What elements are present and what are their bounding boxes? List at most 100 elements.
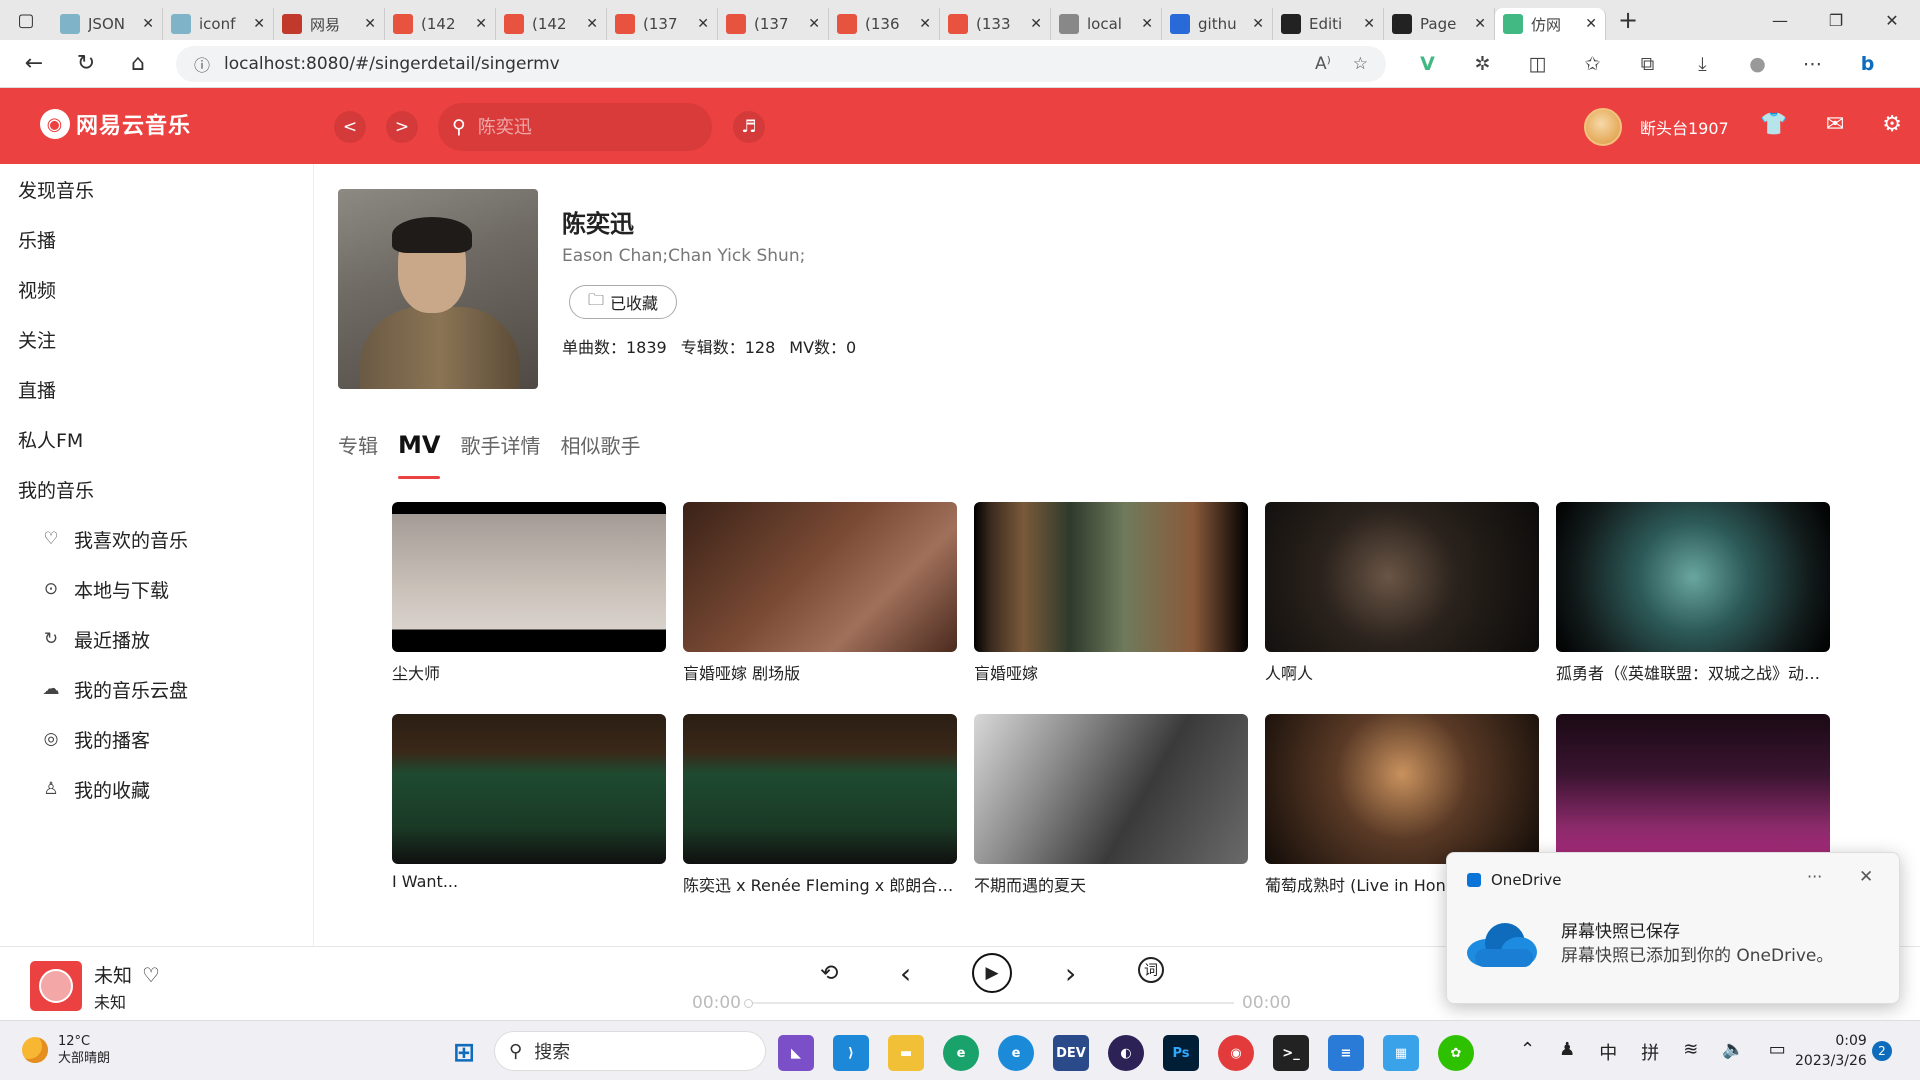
read-aloud-icon[interactable]: A⁾	[1315, 54, 1331, 74]
tab-close-icon[interactable]: ✕	[919, 16, 931, 32]
sidebar-subitem[interactable]: ♡ 我喜欢的音乐	[0, 514, 313, 564]
notification-badge[interactable]: 2	[1872, 1041, 1892, 1061]
tab-close-icon[interactable]: ✕	[1030, 16, 1042, 32]
ime-lang[interactable]: 中	[1599, 1039, 1617, 1065]
netease-music-icon[interactable]: ◉	[1218, 1035, 1254, 1071]
edge-icon[interactable]: e	[943, 1035, 979, 1071]
tab-close-icon[interactable]: ✕	[1585, 16, 1597, 32]
mv-thumbnail[interactable]	[1265, 714, 1539, 864]
browser-tab[interactable]: (137 ✕	[607, 8, 718, 40]
mv-card[interactable]: 人啊人	[1265, 502, 1539, 714]
mv-thumbnail[interactable]	[974, 714, 1248, 864]
mv-title[interactable]: 盲婚哑嫁	[974, 660, 1248, 684]
browser-tab[interactable]: 仿网 ✕	[1495, 8, 1606, 40]
play-button[interactable]: ▶	[972, 953, 1012, 993]
browser-tab[interactable]: githu ✕	[1162, 8, 1273, 40]
sidebar-item[interactable]: 乐播	[0, 214, 313, 264]
tab-close-icon[interactable]: ✕	[1363, 16, 1375, 32]
eclipse-icon[interactable]: ◐	[1108, 1035, 1144, 1071]
favorite-button[interactable]: 🗀 已收藏	[569, 285, 677, 319]
tab-close-icon[interactable]: ✕	[1141, 16, 1153, 32]
maximize-button[interactable]: ❐	[1808, 0, 1864, 40]
mv-card[interactable]: 陈奕迅 x Renée Fleming x 郎朗合作单曲	[683, 714, 957, 926]
tray-expand-icon[interactable]: ⌃	[1520, 1039, 1535, 1065]
mv-thumbnail[interactable]	[1556, 714, 1830, 864]
browser-tab[interactable]: (137 ✕	[718, 8, 829, 40]
tab-close-icon[interactable]: ✕	[364, 16, 376, 32]
terminal-icon[interactable]: >_	[1273, 1035, 1309, 1071]
sidebar-item[interactable]: 发现音乐	[0, 164, 313, 214]
mv-title[interactable]: 尘大师	[392, 660, 666, 684]
skin-icon[interactable]: 👕	[1760, 112, 1787, 137]
mv-title[interactable]: 陈奕迅 x Renée Fleming x 郎朗合作单曲	[683, 872, 957, 896]
tab-close-icon[interactable]: ✕	[697, 16, 709, 32]
url-field[interactable]: ⓘ localhost:8080/#/singerdetail/singermv…	[176, 45, 1386, 82]
sidebar-item[interactable]: 关注	[0, 314, 313, 364]
browser-tab[interactable]: iconf ✕	[163, 8, 274, 40]
mv-thumbnail[interactable]	[392, 714, 666, 864]
search-input[interactable]	[477, 116, 678, 138]
sidebar-subitem[interactable]: ⊙ 本地与下载	[0, 564, 313, 614]
nav-back-button[interactable]: <	[334, 111, 366, 143]
mv-thumbnail[interactable]	[1556, 502, 1830, 652]
more-menu-icon[interactable]: ⋯	[1785, 53, 1840, 75]
app-logo[interactable]: ◉ 网易云音乐	[40, 108, 191, 140]
next-track-icon[interactable]: ›	[1065, 957, 1076, 990]
taskbar-search[interactable]: ⚲ 搜索	[494, 1031, 766, 1071]
progress-slider[interactable]	[744, 999, 1234, 1008]
mv-title[interactable]: I Want...	[392, 872, 666, 891]
vscode-icon[interactable]: ⟩	[833, 1035, 869, 1071]
battery-icon[interactable]: ▭	[1769, 1039, 1786, 1065]
nav-forward-button[interactable]: >	[386, 111, 418, 143]
tab-close-icon[interactable]: ✕	[1252, 16, 1264, 32]
tab-close-icon[interactable]: ✕	[1474, 16, 1486, 32]
mv-thumbnail[interactable]	[683, 502, 957, 652]
file-explorer-icon[interactable]: ▬	[888, 1035, 924, 1071]
back-icon[interactable]: ←	[8, 51, 60, 76]
favorites-icon[interactable]: ✩	[1565, 53, 1620, 75]
remote-desktop-icon[interactable]: ▦	[1383, 1035, 1419, 1071]
clock[interactable]: 0:09 2023/3/26	[1795, 1031, 1867, 1071]
volume-icon[interactable]: 🔈	[1722, 1039, 1744, 1065]
qq-icon[interactable]: ♟	[1559, 1039, 1575, 1065]
browser-tab[interactable]: local ✕	[1051, 8, 1162, 40]
mv-card[interactable]: I Want...	[392, 714, 666, 926]
singer-tab[interactable]: MV	[398, 431, 441, 479]
tab-close-icon[interactable]: ✕	[586, 16, 598, 32]
previous-track-icon[interactable]: ‹	[900, 957, 911, 990]
wifi-icon[interactable]: ≋	[1683, 1039, 1698, 1065]
sidebar-subitem[interactable]: ◎ 我的播客	[0, 714, 313, 764]
notification-more-icon[interactable]: ···	[1807, 867, 1822, 886]
browser-tab[interactable]: JSON ✕	[52, 8, 163, 40]
sidebar-item[interactable]: 私人FM	[0, 414, 313, 464]
settings-icon[interactable]: ⚙	[1882, 112, 1902, 137]
voice-search-button[interactable]: ♬	[733, 111, 765, 143]
username[interactable]: 断头台1907	[1640, 115, 1729, 139]
mv-title[interactable]: 盲婚哑嫁 剧场版	[683, 660, 957, 684]
bing-icon[interactable]: b	[1840, 53, 1895, 75]
mv-thumbnail[interactable]	[1265, 502, 1539, 652]
sidebar-subitem[interactable]: ↻ 最近播放	[0, 614, 313, 664]
start-button[interactable]: ⊞	[446, 1035, 482, 1071]
profile-icon[interactable]: ●	[1730, 53, 1785, 75]
tab-close-icon[interactable]: ✕	[142, 16, 154, 32]
sidebar-item[interactable]: 直播	[0, 364, 313, 414]
downloads-icon[interactable]: ⤓	[1675, 53, 1730, 75]
favorite-add-icon[interactable]: ☆	[1353, 54, 1368, 74]
mv-thumbnail[interactable]	[683, 714, 957, 864]
browser-tab[interactable]: Page ✕	[1384, 8, 1495, 40]
visual-studio-icon[interactable]: ◣	[778, 1035, 814, 1071]
user-avatar[interactable]	[1584, 108, 1622, 146]
mv-card[interactable]: 孤勇者（《英雄联盟：双城之战》动画剧集中文主题曲）	[1556, 502, 1830, 714]
tab-actions-icon[interactable]: ▢	[0, 10, 52, 31]
mail-icon[interactable]: ✉	[1826, 112, 1844, 137]
mv-thumbnail[interactable]	[392, 502, 666, 652]
mv-card[interactable]: 尘大师	[392, 502, 666, 714]
mv-title[interactable]: 不期而遇的夏天	[974, 872, 1248, 896]
mv-thumbnail[interactable]	[974, 502, 1248, 652]
browser-tab[interactable]: (133 ✕	[940, 8, 1051, 40]
refresh-icon[interactable]: ↻	[60, 51, 112, 76]
loop-mode-icon[interactable]: ⟲	[820, 961, 838, 986]
home-icon[interactable]: ⌂	[112, 51, 164, 76]
browser-tab[interactable]: Editi ✕	[1273, 8, 1384, 40]
